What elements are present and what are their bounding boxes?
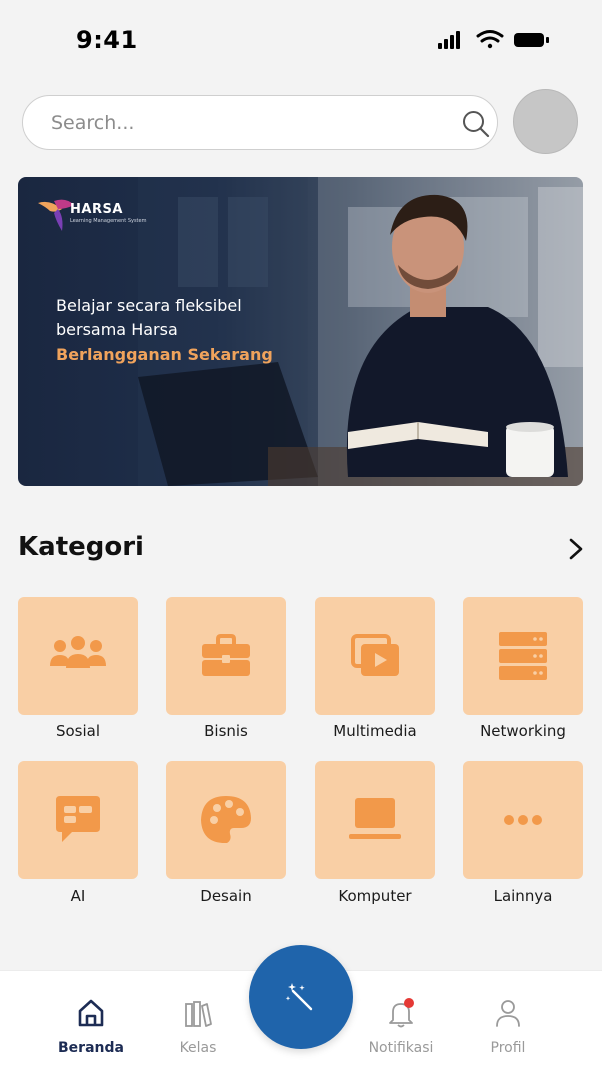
category-tile-networking[interactable] xyxy=(463,597,583,715)
books-icon xyxy=(185,1001,212,1027)
palette-icon xyxy=(201,796,251,844)
search-icon[interactable] xyxy=(461,109,491,139)
banner-headline: Belajar secara fleksibel bersama Harsa xyxy=(56,294,316,342)
signal-icon xyxy=(438,31,460,49)
category-section-title: Kategori xyxy=(18,532,144,562)
magic-action-button[interactable] xyxy=(249,945,353,1049)
banner-headline-line1: Belajar secara fleksibel xyxy=(56,296,242,315)
category-label: Multimedia xyxy=(333,722,417,740)
logo-text: HARSA xyxy=(70,202,123,217)
wifi-icon xyxy=(476,30,504,49)
status-bar: 9:41 xyxy=(0,0,602,80)
banner-headline-line2: bersama Harsa xyxy=(56,320,178,339)
chat-icon xyxy=(56,796,100,842)
promo-banner[interactable]: HARSA Learning Management System Belajar… xyxy=(18,177,583,486)
nav-item-notifikasi[interactable]: Notifikasi xyxy=(351,998,451,1068)
laptop-icon xyxy=(349,798,401,839)
category-label: Desain xyxy=(200,887,252,905)
nav-label: Kelas xyxy=(179,1040,217,1056)
bell-icon xyxy=(389,998,414,1028)
home-screen: 9:41 Search... HARSA Learning Management… xyxy=(0,0,602,1092)
category-tile-bisnis[interactable] xyxy=(166,597,286,715)
category-tile-sosial[interactable] xyxy=(18,597,138,715)
category-tile-ai[interactable] xyxy=(18,761,138,879)
category-tile-lainnya[interactable] xyxy=(463,761,583,879)
user-icon xyxy=(496,1000,520,1027)
nav-item-beranda[interactable]: Beranda xyxy=(41,998,141,1068)
briefcase-icon xyxy=(202,634,250,676)
notification-badge xyxy=(404,998,414,1008)
battery-icon xyxy=(514,33,549,47)
status-time: 9:41 xyxy=(76,26,138,54)
nav-label: Beranda xyxy=(58,1040,124,1056)
avatar[interactable] xyxy=(513,89,578,154)
nav-label: Profil xyxy=(490,1040,526,1056)
status-icons xyxy=(438,30,549,49)
category-label: Sosial xyxy=(55,722,101,740)
category-tile-multimedia[interactable] xyxy=(315,597,435,715)
home-icon xyxy=(78,999,104,1027)
magic-wand-icon xyxy=(285,983,313,1011)
category-label: AI xyxy=(70,887,86,905)
nav-item-kelas[interactable]: Kelas xyxy=(148,998,248,1068)
people-icon xyxy=(50,636,106,668)
category-tile-desain[interactable] xyxy=(166,761,286,879)
subscribe-link[interactable]: Berlangganan Sekarang xyxy=(56,345,273,364)
category-label: Bisnis xyxy=(204,722,248,740)
nav-item-profil[interactable]: Profil xyxy=(458,998,558,1068)
search-bar[interactable] xyxy=(22,95,498,150)
server-icon xyxy=(499,632,547,680)
media-play-icon xyxy=(351,634,399,676)
category-label: Lainnya xyxy=(493,887,553,905)
nav-label: Notifikasi xyxy=(368,1040,434,1056)
logo-tagline: Learning Management System xyxy=(70,218,147,224)
search-input[interactable] xyxy=(51,108,431,138)
category-tile-komputer[interactable] xyxy=(315,761,435,879)
category-label: Komputer xyxy=(338,887,412,905)
category-label: Networking xyxy=(480,722,566,740)
chevron-right-icon[interactable] xyxy=(562,535,590,563)
more-dots-icon xyxy=(504,815,542,825)
